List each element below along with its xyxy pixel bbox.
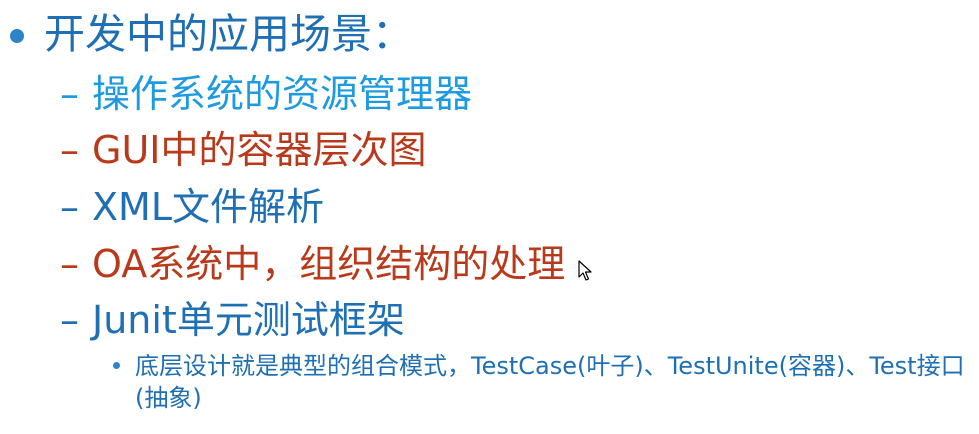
bullet-dot-icon: [10, 29, 24, 43]
list-item-text: XML文件解析: [92, 185, 324, 229]
list-item-text: 操作系统的资源管理器: [92, 72, 473, 116]
list-item-xml-parsing: – XML文件解析: [60, 181, 324, 233]
dash-marker: –: [60, 72, 79, 116]
list-item-text: GUI中的容器层次图: [92, 128, 427, 172]
heading-bullet-line: 开发中的应用场景：: [10, 6, 413, 62]
dash-marker: –: [60, 298, 79, 342]
slide: 开发中的应用场景： – 操作系统的资源管理器 – GUI中的容器层次图 – XM…: [0, 0, 979, 434]
heading-text: 开发中的应用场景：: [44, 10, 413, 58]
dash-marker: –: [60, 185, 79, 229]
sub-bullet-dot-icon: [113, 362, 120, 369]
sub-list-item-text: 底层设计就是典型的组合模式，TestCase(叶子)、TestUnite(容器)…: [135, 352, 965, 412]
sub-list-item-composite-pattern: 底层设计就是典型的组合模式，TestCase(叶子)、TestUnite(容器)…: [113, 350, 975, 414]
list-item-junit: – Junit单元测试框架: [60, 294, 405, 346]
list-item-text: OA系统中，组织结构的处理: [92, 242, 566, 286]
list-item-resource-manager: – 操作系统的资源管理器: [60, 68, 472, 120]
dash-marker: –: [60, 128, 79, 172]
list-item-text: Junit单元测试框架: [92, 298, 405, 342]
list-item-gui-container: – GUI中的容器层次图: [60, 124, 426, 176]
dash-marker: –: [60, 242, 79, 286]
mouse-pointer-icon: [578, 260, 592, 281]
list-item-oa-system: – OA系统中，组织结构的处理: [60, 238, 565, 290]
